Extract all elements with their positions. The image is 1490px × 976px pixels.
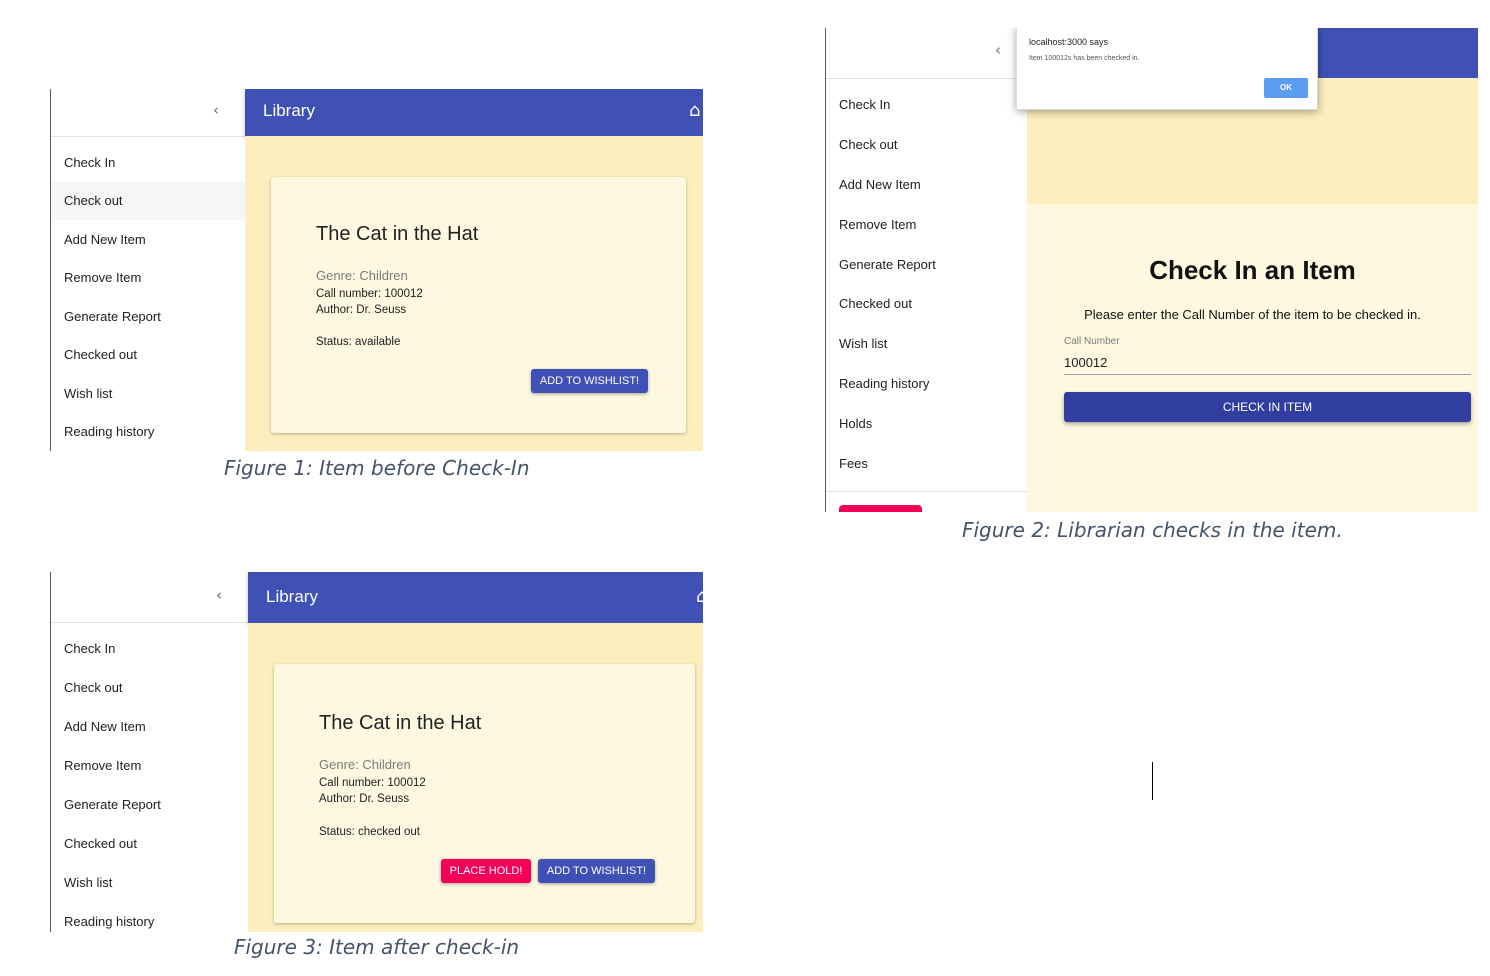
app-bar: Library ⌂: [248, 572, 703, 623]
content-area: The Cat in the Hat Genre: Children Call …: [248, 623, 703, 932]
dialog-origin: localhost:3000 says: [1029, 37, 1109, 47]
figure-2-caption: Figure 2: Librarian checks in the item.: [962, 518, 1343, 542]
sidebar-item-holds[interactable]: Holds: [826, 405, 1027, 443]
item-card: The Cat in the Hat Genre: Children Call …: [274, 664, 695, 923]
sidebar-item-reading-history[interactable]: Reading history: [826, 365, 1027, 403]
dialog-message: Item 100012s has been checked in.: [1029, 55, 1140, 62]
sidebar-item-wish-list[interactable]: Wish list: [51, 864, 248, 902]
sidebar-item-add-new-item[interactable]: Add New Item: [826, 166, 1027, 204]
item-card: The Cat in the Hat Genre: Children Call …: [271, 177, 686, 433]
sidebar-item-generate-report[interactable]: Generate Report: [826, 246, 1027, 284]
sidebar: ‹ Check In Check out Add New Item Remove…: [825, 28, 1027, 512]
sidebar-item-checked-out[interactable]: Checked out: [826, 285, 1027, 323]
sidebar: ‹ Check In Check out Add New Item Remove…: [50, 572, 248, 932]
instruction-text: Please enter the Call Number of the item…: [1084, 307, 1421, 322]
sidebar-item-checked-out[interactable]: Checked out: [51, 825, 248, 863]
sidebar-divider: [826, 491, 1027, 492]
book-genre: Genre: Children: [316, 268, 408, 283]
check-in-item-button[interactable]: CHECK IN ITEM: [1064, 392, 1471, 422]
logout-button[interactable]: [839, 505, 922, 512]
sidebar-item-fees[interactable]: Fees: [826, 445, 1027, 483]
text-cursor: [1152, 762, 1153, 800]
add-to-wishlist-button[interactable]: ADD TO WISHLIST!: [538, 859, 655, 883]
app-bar: Library ⌂: [245, 89, 703, 136]
book-title: The Cat in the Hat: [319, 712, 482, 734]
figure-3-caption: Figure 3: Item after check-in: [234, 935, 520, 959]
sidebar-item-remove-item[interactable]: Remove Item: [51, 747, 248, 785]
alert-dialog: localhost:3000 says Item 100012s has bee…: [1016, 28, 1318, 110]
place-hold-button[interactable]: PLACE HOLD!: [441, 859, 531, 883]
chevron-left-icon[interactable]: ‹: [213, 101, 219, 119]
check-in-panel: Check In an Item Please enter the Call N…: [1027, 204, 1478, 512]
home-icon[interactable]: ⌂: [689, 100, 700, 121]
book-call-number: Call number: 100012: [316, 288, 423, 300]
app-title: Library: [263, 101, 315, 120]
add-to-wishlist-button[interactable]: ADD TO WISHLIST!: [531, 369, 648, 393]
dialog-ok-button[interactable]: OK: [1264, 78, 1308, 98]
sidebar-item-reading-history[interactable]: Reading history: [51, 903, 248, 932]
book-author: Author: Dr. Seuss: [316, 304, 407, 316]
figure-2-screenshot: ‹ Check In Check out Add New Item Remove…: [825, 28, 1478, 512]
book-call-number: Call number: 100012: [319, 777, 426, 789]
sidebar-item-check-in[interactable]: Check In: [51, 630, 248, 668]
page-heading: Check In an Item: [1149, 255, 1356, 285]
book-status: Status: available: [316, 336, 401, 348]
sidebar-item-remove-item[interactable]: Remove Item: [826, 206, 1027, 244]
figure-1-screenshot: ‹ Check In Check out Add New Item Remove…: [50, 89, 703, 451]
book-title: The Cat in the Hat: [316, 223, 479, 245]
sidebar-item-check-out[interactable]: Check out: [51, 669, 248, 707]
chevron-left-icon[interactable]: ‹: [216, 586, 222, 604]
sidebar-header: ‹: [826, 28, 1027, 79]
chevron-left-icon[interactable]: ‹: [995, 41, 1001, 59]
sidebar-item-check-out[interactable]: Check out: [51, 182, 245, 220]
sidebar-item-check-in[interactable]: Check In: [51, 144, 245, 182]
app-title: Library: [266, 587, 318, 606]
call-number-label: Call Number: [1064, 336, 1120, 347]
sidebar-header: ‹: [51, 572, 248, 623]
home-icon[interactable]: ⌂: [696, 586, 703, 607]
sidebar: ‹ Check In Check out Add New Item Remove…: [50, 89, 245, 451]
sidebar-item-add-new-item[interactable]: Add New Item: [51, 708, 248, 746]
sidebar-item-check-in[interactable]: Check In: [826, 86, 1027, 124]
sidebar-item-reading-history[interactable]: Reading history: [51, 413, 245, 451]
figure-1-caption: Figure 1: Item before Check-In: [224, 456, 530, 480]
book-author: Author: Dr. Seuss: [319, 793, 410, 805]
sidebar-item-generate-report[interactable]: Generate Report: [51, 786, 248, 824]
content-area: The Cat in the Hat Genre: Children Call …: [245, 136, 703, 451]
call-number-input[interactable]: 100012: [1064, 355, 1471, 375]
figure-3-screenshot: ‹ Check In Check out Add New Item Remove…: [50, 572, 703, 932]
book-genre: Genre: Children: [319, 757, 411, 772]
book-status: Status: checked out: [319, 826, 421, 838]
sidebar-item-generate-report[interactable]: Generate Report: [51, 298, 245, 336]
sidebar-item-wish-list[interactable]: Wish list: [51, 375, 245, 413]
sidebar-item-check-out[interactable]: Check out: [826, 126, 1027, 164]
sidebar-item-checked-out[interactable]: Checked out: [51, 336, 245, 374]
sidebar-item-wish-list[interactable]: Wish list: [826, 325, 1027, 363]
sidebar-header: ‹: [51, 89, 245, 137]
sidebar-item-add-new-item[interactable]: Add New Item: [51, 221, 245, 259]
sidebar-item-remove-item[interactable]: Remove Item: [51, 259, 245, 297]
